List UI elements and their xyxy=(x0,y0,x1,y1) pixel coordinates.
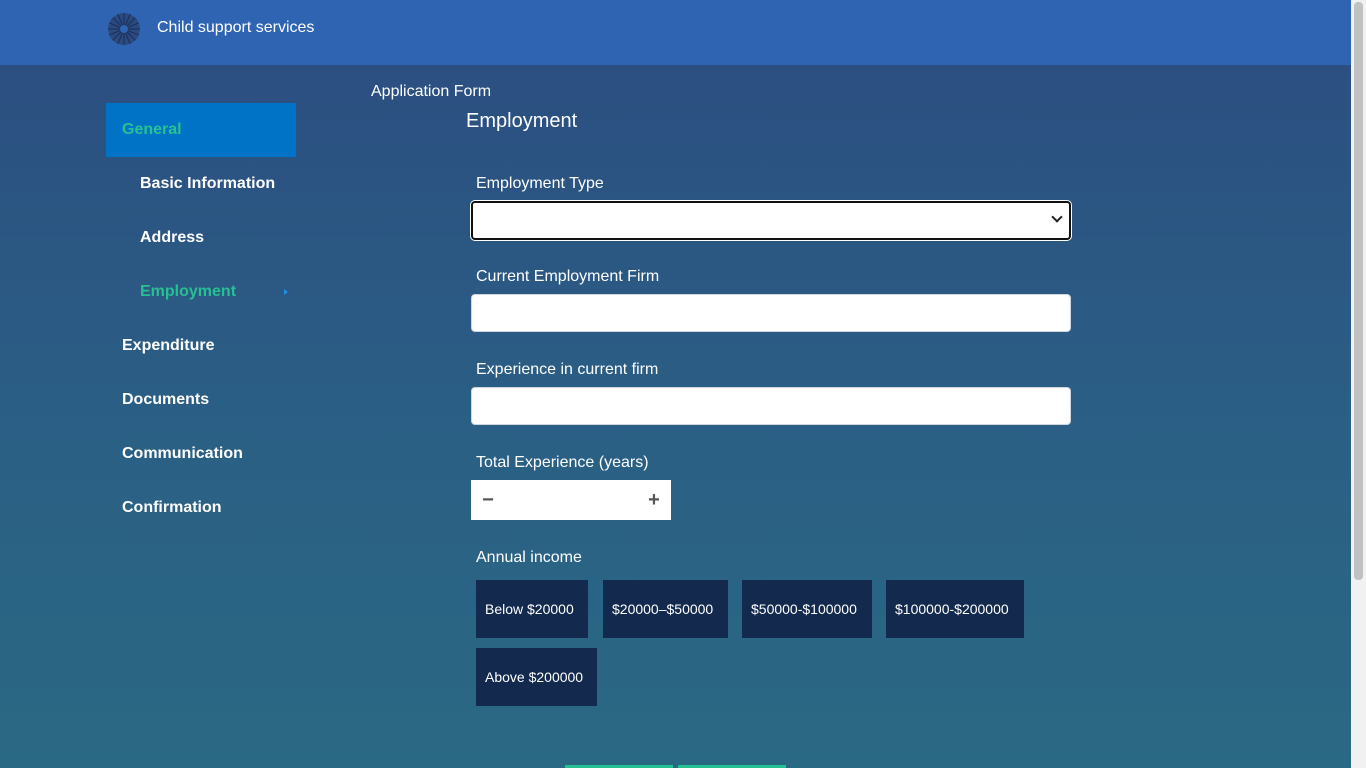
employment-type-select[interactable] xyxy=(471,201,1071,240)
annual-income-label: Annual income xyxy=(476,549,582,566)
sidebar-item-label: Confirmation xyxy=(122,499,222,516)
income-option-button[interactable]: $50000-$100000 xyxy=(742,580,872,638)
sidebar-item-expenditure[interactable]: Expenditure xyxy=(106,319,296,373)
sidebar-item-label: Communication xyxy=(122,445,243,462)
employment-type-label: Employment Type xyxy=(476,175,604,192)
caret-right-icon xyxy=(284,289,288,295)
sidebar-item-address[interactable]: Address xyxy=(106,211,296,265)
sidebar-item-label: General xyxy=(122,121,182,138)
experience-current-input[interactable] xyxy=(471,387,1071,425)
current-firm-input[interactable] xyxy=(471,294,1071,332)
sidebar-item-communication[interactable]: Communication xyxy=(106,427,296,481)
top-bar: Child support services xyxy=(0,0,1351,65)
sidebar-item-general[interactable]: General xyxy=(106,103,296,157)
income-option-button[interactable]: $100000-$200000 xyxy=(886,580,1024,638)
minus-icon[interactable]: − xyxy=(471,480,505,520)
experience-current-label: Experience in current firm xyxy=(476,361,659,378)
sidebar-item-label: Basic Information xyxy=(140,175,276,192)
page-scrollbar[interactable] xyxy=(1351,0,1366,768)
sidebar-item-label: Employment xyxy=(140,283,237,300)
income-option-button[interactable]: Below $20000 xyxy=(476,580,588,638)
sidebar-item-label: Address xyxy=(140,229,205,246)
income-option-button[interactable]: Above $200000 xyxy=(476,648,597,706)
chevron-down-icon xyxy=(1051,211,1063,223)
sidebar-item-employment[interactable]: Employment xyxy=(106,265,296,319)
current-firm-label: Current Employment Firm xyxy=(476,268,660,285)
sidebar-item-label: Documents xyxy=(122,391,210,408)
scrollbar-thumb[interactable] xyxy=(1354,2,1363,580)
plus-icon[interactable]: + xyxy=(637,480,671,520)
sunburst-logo-icon xyxy=(108,13,140,45)
total-experience-label: Total Experience (years) xyxy=(476,454,649,471)
sidebar-item-confirmation[interactable]: Confirmation xyxy=(106,481,296,535)
sidebar-item-basic-information[interactable]: Basic Information xyxy=(106,157,296,211)
breadcrumb: Application Form xyxy=(371,83,492,100)
sidebar-item-label: Expenditure xyxy=(122,337,215,354)
income-option-button[interactable]: $20000–$50000 xyxy=(603,580,728,638)
app-title: Child support services xyxy=(157,19,315,36)
sidebar-nav: General Basic Information Address Employ… xyxy=(106,103,296,535)
sidebar-item-documents[interactable]: Documents xyxy=(106,373,296,427)
total-experience-stepper[interactable]: − + xyxy=(471,480,671,520)
page-title: Employment xyxy=(466,110,578,132)
